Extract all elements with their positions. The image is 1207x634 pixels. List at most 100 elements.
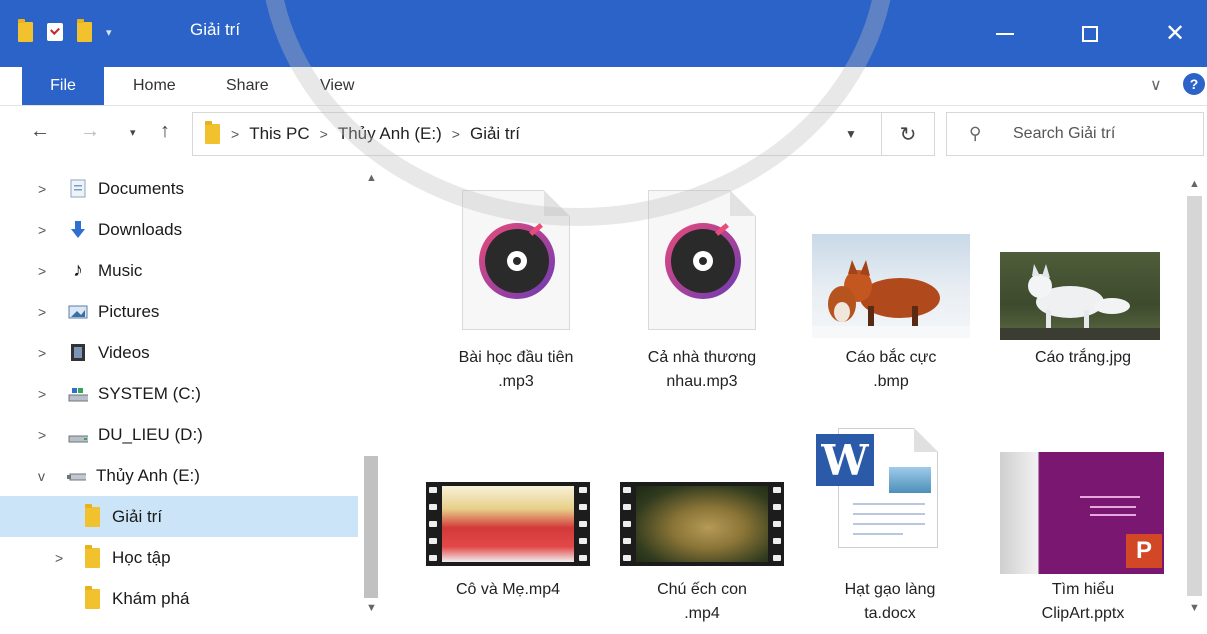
sidebar-item-kham-pha[interactable]: Khám phá	[0, 578, 358, 619]
help-icon[interactable]: ?	[1183, 73, 1205, 95]
chevron-down-icon[interactable]: ∨	[1150, 75, 1162, 95]
arctic-fox-thumbnail	[812, 234, 970, 338]
tab-home[interactable]: Home	[133, 67, 176, 105]
breadcrumb-current-folder[interactable]: Giải trí	[470, 124, 520, 144]
expand-icon[interactable]: >	[38, 222, 46, 238]
film-hole	[623, 520, 631, 527]
folder-shape	[84, 544, 100, 568]
sidebar-item-downloads[interactable]: > Downloads	[0, 209, 358, 250]
scroll-up-icon[interactable]: ▲	[1189, 178, 1200, 190]
content-scrollbar[interactable]: ▲ ▼	[1182, 166, 1207, 634]
sidebar-item-thuy-anh-e[interactable]: v Thủy Anh (E:)	[0, 455, 358, 496]
file-item-cao-bac-cuc[interactable]: Cáo bắc cực .bmp	[812, 190, 992, 410]
file-name: Cáo bắc cực .bmp	[845, 349, 937, 390]
navigation-pane: > Documents > Downloads > ♪ Music > Pict…	[0, 166, 385, 634]
sidebar-item-music[interactable]: > ♪ Music	[0, 250, 358, 291]
film-hole	[773, 504, 781, 511]
sidebar-scroll-thumb[interactable]	[364, 456, 378, 598]
expand-icon[interactable]: >	[38, 304, 46, 320]
sidebar-item-documents[interactable]: > Documents	[0, 168, 358, 209]
expand-icon[interactable]: >	[55, 550, 63, 566]
folder-shape	[84, 503, 100, 527]
sidebar-item-label: Music	[98, 260, 143, 280]
address-row: ← → ▾ ↑ > This PC > Thủy Anh (E:) > Giải…	[0, 106, 1207, 164]
forward-arrow-icon[interactable]: →	[80, 120, 100, 143]
close-button[interactable]: ✕	[1135, 0, 1207, 67]
scroll-up-icon[interactable]: ▲	[366, 172, 377, 184]
maximize-button[interactable]	[1050, 0, 1130, 67]
sidebar-scrollbar[interactable]: ▲ ▼	[358, 166, 385, 634]
sidebar-item-system-c[interactable]: > SYSTEM (C:)	[0, 373, 358, 414]
white-fox-thumbnail	[1000, 252, 1160, 340]
film-hole	[429, 520, 437, 527]
slide-text-line	[1090, 506, 1136, 508]
word-logo-icon: W	[816, 434, 874, 486]
sidebar-item-pictures[interactable]: > Pictures	[0, 291, 358, 332]
tab-share[interactable]: Share	[226, 67, 269, 105]
expand-icon[interactable]: >	[38, 263, 46, 279]
file-item-cao-trang[interactable]: Cáo trắng.jpg	[1000, 190, 1180, 410]
scroll-down-icon[interactable]: ▼	[366, 602, 377, 614]
expand-icon[interactable]: >	[38, 181, 46, 197]
new-folder-icon[interactable]	[77, 19, 92, 42]
sidebar-item-label: Videos	[98, 342, 150, 362]
folder-icon	[82, 585, 102, 609]
expand-icon[interactable]: >	[38, 345, 46, 361]
sidebar-item-giai-tri[interactable]: Giải trí	[0, 496, 358, 537]
disc-inner	[671, 229, 735, 293]
film-perforations	[576, 482, 590, 566]
film-hole	[579, 487, 587, 494]
ribbon: File Home Share View ∨ ?	[0, 67, 1207, 106]
video-file-icon	[426, 482, 590, 566]
video-thumbnail	[636, 486, 768, 562]
disc-needle	[529, 223, 543, 236]
breadcrumb-separator: >	[451, 126, 460, 142]
powerpoint-logo-icon: P	[1126, 534, 1162, 568]
breadcrumb-drive[interactable]: Thủy Anh (E:)	[338, 124, 442, 144]
tab-view[interactable]: View	[320, 67, 354, 105]
file-item-hat-gao-lang-ta[interactable]: W Hạt gạo làng ta.docx	[816, 426, 996, 634]
folder-icon	[18, 19, 33, 42]
file-item-chu-ech-con[interactable]: Chú ếch con .mp4	[620, 426, 800, 634]
tab-file[interactable]: File	[22, 67, 104, 105]
film-hole	[579, 504, 587, 511]
pictures-icon	[68, 302, 88, 322]
collapse-icon[interactable]: v	[38, 468, 45, 484]
disc-center	[513, 257, 521, 265]
content-scroll-thumb[interactable]	[1187, 196, 1202, 596]
expand-icon[interactable]: >	[38, 427, 46, 443]
minimize-button[interactable]	[965, 0, 1045, 67]
properties-icon[interactable]	[47, 23, 63, 41]
sidebar-item-du-lieu-d[interactable]: > DU_LIEU (D:)	[0, 414, 358, 455]
up-arrow-icon[interactable]: ↑	[160, 120, 170, 143]
file-name: Chú ếch con .mp4	[657, 581, 747, 622]
back-arrow-icon[interactable]: ←	[30, 120, 50, 143]
breadcrumb: > This PC > Thủy Anh (E:) > Giải trí	[231, 124, 520, 144]
film-hole	[773, 554, 781, 561]
drive-icon	[68, 425, 88, 445]
refresh-button[interactable]: ↻	[881, 112, 935, 156]
sidebar-item-label: Pictures	[98, 301, 160, 321]
music-icon: ♪	[73, 259, 83, 281]
drive-icon	[68, 384, 88, 404]
address-dropdown-icon[interactable]: ▼	[845, 127, 857, 141]
search-placeholder: Search Giải trí	[1013, 125, 1116, 142]
film-hole	[773, 537, 781, 544]
recent-locations-icon[interactable]: ▾	[130, 126, 136, 139]
address-bar[interactable]: > This PC > Thủy Anh (E:) > Giải trí ▼	[192, 112, 882, 156]
film-hole	[623, 487, 631, 494]
sidebar-item-hoc-tap[interactable]: > Học tập	[0, 537, 358, 578]
sidebar-item-videos[interactable]: > Videos	[0, 332, 358, 373]
sidebar-item-label: Học tập	[112, 547, 171, 567]
film-perforations	[426, 482, 440, 566]
scroll-down-icon[interactable]: ▼	[1189, 602, 1200, 614]
search-icon: ⚲	[969, 124, 982, 143]
folder-icon	[82, 544, 102, 568]
customize-toolbar-icon[interactable]: ▾	[106, 26, 112, 39]
window-title: Giải trí	[190, 20, 241, 39]
search-field[interactable]: ⚲ Search Giải trí	[946, 112, 1204, 156]
file-item-co-va-me[interactable]: Cô và Mẹ.mp4	[426, 426, 606, 634]
expand-icon[interactable]: >	[38, 386, 46, 402]
file-item-tim-hieu-clipart[interactable]: P Tìm hiểu ClipArt.pptx	[1000, 426, 1180, 634]
breadcrumb-this-pc[interactable]: This PC	[249, 124, 309, 144]
